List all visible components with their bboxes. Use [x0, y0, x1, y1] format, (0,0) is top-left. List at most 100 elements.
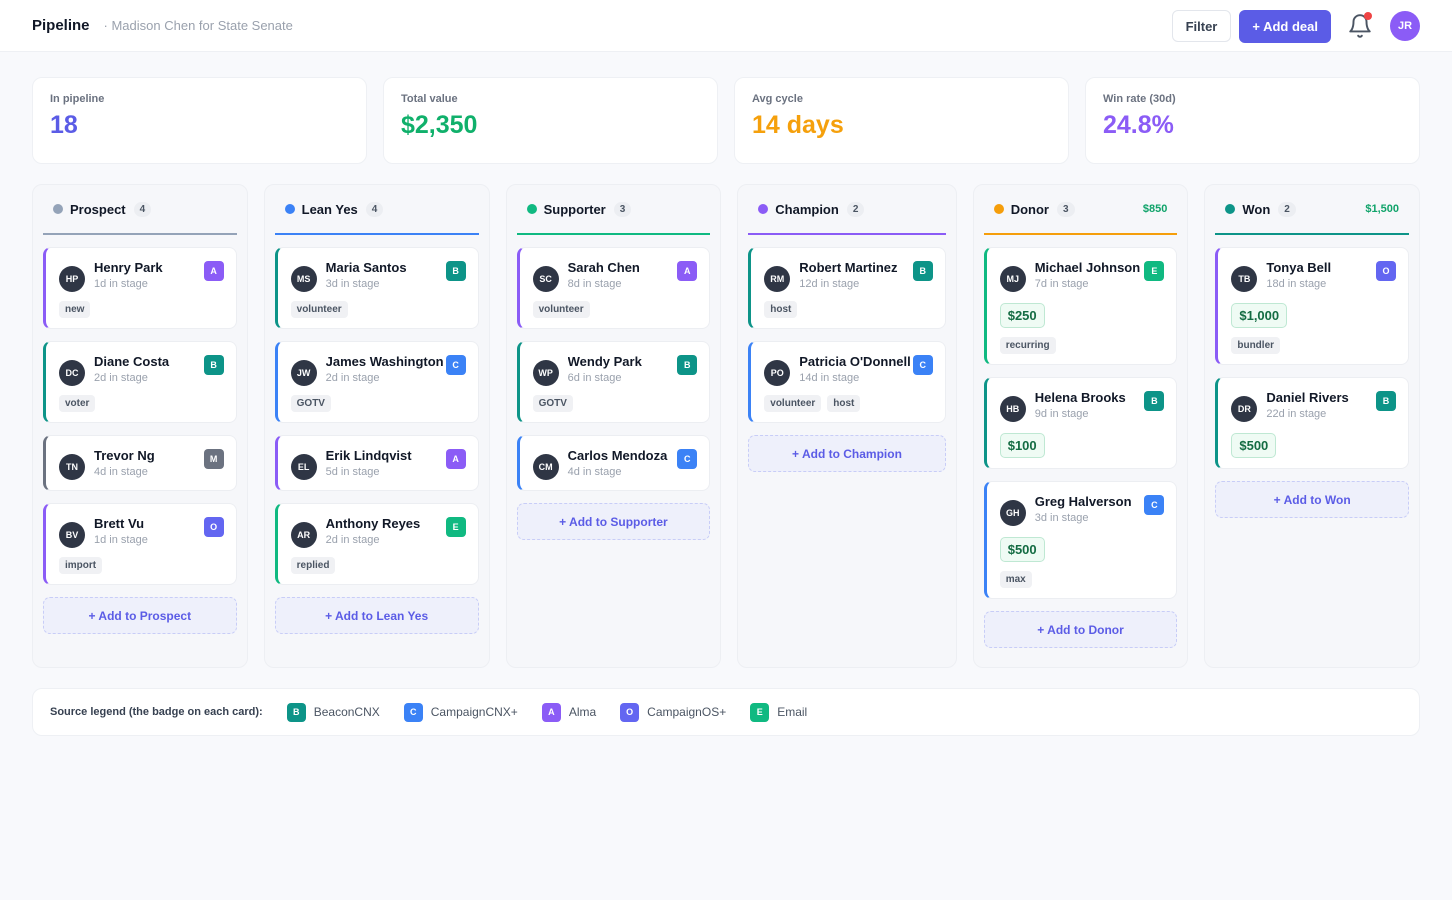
contact-avatar: BV: [59, 522, 85, 548]
pipeline-board: Prospect 4 HP Henry Park 1d in stage Anew DC Di…: [32, 184, 1420, 668]
card-list: HP Henry Park 1d in stage Anew DC Diane Costa…: [43, 235, 237, 634]
tag-chip: bundler: [1231, 337, 1281, 354]
contact-name: James Washington: [325, 354, 444, 369]
contact-avatar: DR: [1231, 396, 1258, 422]
source-badge: A: [677, 261, 698, 281]
legend-label: CampaignCNX+: [430, 705, 518, 719]
column-total: $850: [1142, 203, 1168, 215]
time-in-stage: 6d in stage: [567, 372, 622, 384]
add-deal-button[interactable]: + Add deal: [1239, 9, 1331, 43]
tag-chip: volunteer: [290, 301, 348, 318]
column-status-dot: [993, 204, 1004, 214]
deal-card-header: TB Tonya Bell 18d in stage: [1231, 260, 1396, 292]
deal-card-header: EL Erik Lindqvist 5d in stage: [290, 448, 466, 480]
contact-name: Maria Santos: [325, 260, 407, 275]
deal-card[interactable]: TN Trevor Ng 4d in stage M: [43, 435, 237, 491]
deal-card[interactable]: CM Carlos Mendoza 4d in stage C: [516, 435, 711, 491]
stat-value: $2,350: [401, 111, 478, 139]
deal-card[interactable]: DC Diane Costa 2d in stage Bvoter: [43, 341, 237, 423]
add-to-column-button[interactable]: + Add to Supporter: [516, 503, 711, 540]
add-to-column-button[interactable]: + Add to Won: [1215, 481, 1409, 518]
contact-avatar: SC: [532, 266, 559, 292]
add-to-column-button[interactable]: + Add to Prospect: [43, 597, 237, 634]
donation-amount: $1,000: [1231, 303, 1288, 328]
column-count-badge: 2: [1278, 201, 1296, 217]
deal-card[interactable]: JW James Washington 2d in stage C GOTV: [274, 341, 479, 423]
notification-dot: [1364, 12, 1372, 20]
column-header: Donor 3 $850: [983, 185, 1178, 235]
column-name: Prospect: [70, 201, 126, 217]
deal-card-header: GH Greg Halverson 3d in stage: [999, 494, 1165, 526]
time-in-stage: 3d in stage: [325, 278, 380, 290]
column-won: Won 2 $1,500 TB Tonya Bell 18d in stage O $1,00…: [1204, 184, 1420, 668]
source-badge: C: [1144, 495, 1165, 515]
tag-chip: volunteer: [764, 395, 822, 412]
deal-card[interactable]: AR Anthony Reyes 2d in stage Ereplied: [274, 503, 479, 585]
deal-card[interactable]: MJ Michael Johnson 7d in stage E $250 recurri…: [983, 247, 1178, 365]
source-badge: B: [445, 261, 466, 281]
legend-badge: A: [541, 702, 561, 722]
legend-badge: C: [403, 702, 423, 722]
deal-card[interactable]: TB Tonya Bell 18d in stage O $1,000 bundler: [1215, 247, 1409, 365]
legend-label: Email: [777, 705, 808, 719]
contact-avatar: MJ: [999, 266, 1026, 292]
deal-card[interactable]: WP Wendy Park 6d in stage B GOTV: [516, 341, 711, 423]
deal-card-header: DC Diane Costa 2d in stage: [59, 354, 224, 386]
add-to-column-button[interactable]: + Add to Champion: [748, 435, 946, 472]
time-in-stage: 4d in stage: [94, 466, 148, 478]
tag-chip: GOTV: [290, 395, 331, 412]
contact-avatar: EL: [290, 454, 317, 480]
deal-card[interactable]: HB Helena Brooks 9d in stage B $100: [983, 377, 1178, 469]
stat-label: In pipeline: [50, 93, 105, 105]
tag-list: GOTV: [532, 395, 698, 412]
source-badge: C: [677, 449, 698, 469]
deal-card[interactable]: BV Brett Vu 1d in stage Oimport: [43, 503, 237, 585]
legend-badge: O: [620, 702, 640, 722]
column-status-dot: [284, 204, 295, 214]
tag-chip: new: [59, 301, 91, 318]
stat-label: Total value: [401, 93, 458, 105]
deal-card-header: SC Sarah Chen 8d in stage: [532, 260, 698, 292]
legend-label: CampaignOS+: [647, 705, 727, 719]
deal-card-header: PO Patricia O'Donnell 14d in stage: [764, 354, 932, 386]
filter-button[interactable]: Filter: [1171, 10, 1232, 42]
deal-card[interactable]: MS Maria Santos 3d in stage Bvolunteer: [274, 247, 479, 329]
contact-avatar: TB: [1231, 266, 1258, 292]
deal-card[interactable]: RM Robert Martinez 12d in stage Bhost: [748, 247, 946, 329]
column-header: Won 2 $1,500: [1215, 185, 1409, 235]
deal-card[interactable]: SC Sarah Chen 8d in stage Avolunteer: [516, 247, 711, 329]
contact-avatar: PO: [764, 360, 791, 386]
tag-chip: host: [827, 395, 861, 412]
source-badge: C: [445, 355, 466, 375]
column-name: Lean Yes: [301, 201, 358, 217]
legend-item: B BeaconCNX: [286, 702, 380, 722]
contact-name: Trevor Ng: [94, 448, 155, 463]
column-header: Prospect 4: [43, 185, 237, 235]
notifications-button[interactable]: [1345, 11, 1375, 41]
column-count-badge: 4: [365, 201, 384, 217]
deal-card[interactable]: DR Daniel Rivers 22d in stage B $500: [1215, 377, 1409, 469]
contact-avatar: GH: [999, 500, 1026, 526]
deal-info: Erik Lindqvist 5d in stage: [326, 448, 466, 478]
column-name: Supporter: [543, 201, 606, 217]
time-in-stage: 14d in stage: [799, 372, 860, 384]
deal-card[interactable]: PO Patricia O'Donnell 14d in stage Cvolunte…: [748, 341, 946, 423]
deal-card[interactable]: EL Erik Lindqvist 5d in stage A: [274, 435, 479, 491]
card-list: MS Maria Santos 3d in stage Bvolunteer JW Jam…: [274, 235, 479, 634]
tag-list: volunteer: [290, 301, 466, 318]
user-avatar[interactable]: JR: [1390, 11, 1420, 41]
source-badge: B: [1144, 391, 1165, 411]
column-prospect: Prospect 4 HP Henry Park 1d in stage Anew DC Di…: [32, 184, 248, 668]
add-to-column-button[interactable]: + Add to Lean Yes: [274, 597, 479, 634]
contact-name: Greg Halverson: [1034, 494, 1132, 509]
legend-item: O CampaignOS+: [620, 702, 727, 722]
deal-card[interactable]: HP Henry Park 1d in stage Anew: [43, 247, 237, 329]
deal-card-header: TN Trevor Ng 4d in stage: [59, 448, 224, 480]
add-to-column-button[interactable]: + Add to Donor: [983, 611, 1178, 648]
time-in-stage: 7d in stage: [1034, 278, 1089, 290]
deal-card[interactable]: GH Greg Halverson 3d in stage C $500 max: [983, 481, 1178, 599]
source-badge: A: [203, 261, 224, 281]
tag-chip: recurring: [999, 337, 1056, 354]
stat-value: 24.8%: [1103, 111, 1174, 139]
stats-row: In pipeline 18 Total value $2,350 Avg cycle 1…: [32, 77, 1420, 164]
